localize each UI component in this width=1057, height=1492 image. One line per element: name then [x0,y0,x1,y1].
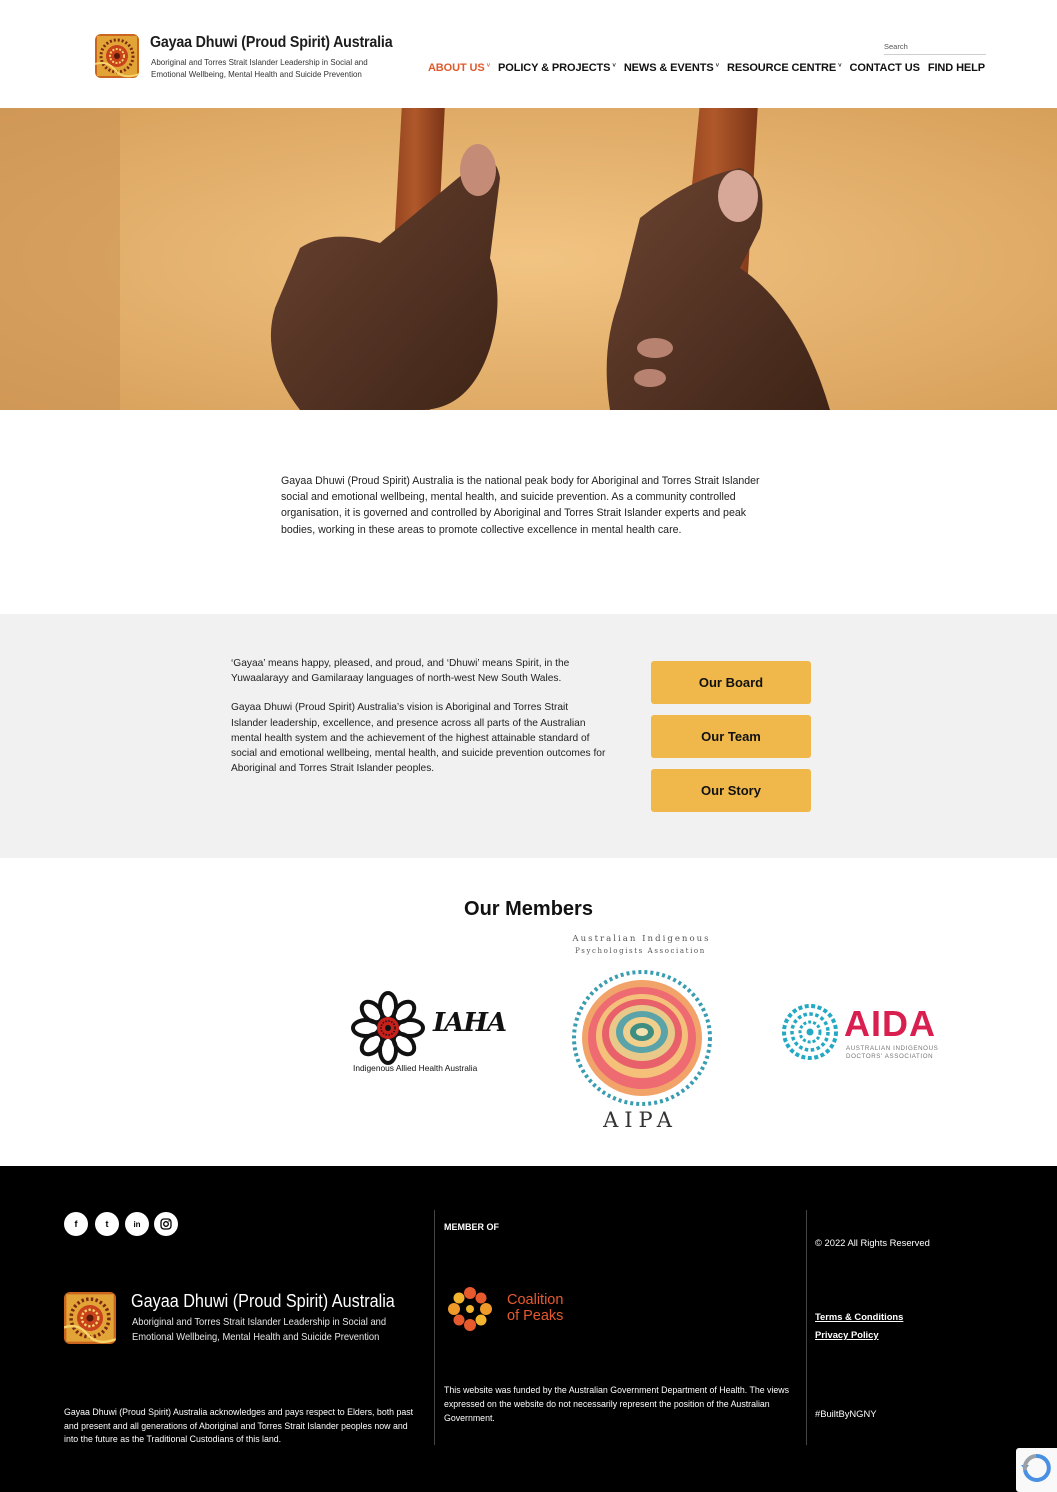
iaha-caption: Indigenous Allied Health Australia [353,1063,478,1073]
members-title: Our Members [464,898,593,920]
privacy-link[interactable]: Privacy Policy [815,1329,879,1340]
iaha-name: IAHA [433,1008,507,1038]
aida-name: AIDA [844,1003,936,1044]
search-box [884,36,986,56]
our-team-button[interactable]: Our Team [651,715,811,758]
coalition-line: of Peaks [507,1308,564,1324]
coalition-of-peaks-icon[interactable] [444,1284,496,1334]
recaptcha-badge[interactable] [1016,1448,1057,1492]
footer-divider [434,1210,435,1445]
nav-item-news-events[interactable]: NEWS & EVENTS ˅ [620,62,723,74]
nav-label: FIND HELP [927,62,985,74]
aida-dot-circle-icon [782,1004,838,1060]
aipa-dot-painting-icon [572,970,712,1106]
nav-label: ABOUT US [427,62,485,74]
logo-icon[interactable] [95,34,139,78]
instagram-icon[interactable] [154,1212,178,1236]
brand-subtitle: Aboriginal and Torres Strait Islander Le… [151,57,368,79]
about-text: ‘Gayaa’ means happy, pleased, and proud,… [231,656,606,776]
aida-caption: AUSTRALIAN INDIGENOUS [846,1045,939,1052]
linkedin-icon[interactable]: in [125,1212,149,1236]
nav-item-find-help[interactable]: FIND HELP [924,62,989,74]
nav-item-about-us[interactable]: ABOUT US ˅ [424,62,494,74]
nav-label: CONTACT US [849,62,920,74]
footer-brand-title: Gayaa Dhuwi (Proud Spirit) Australia [131,1291,395,1311]
chevron-down-icon: ˅ [486,63,491,69]
aipa-tagline: Australian Indigenous [572,934,711,944]
aipa-name: AIPA [603,1108,678,1132]
about-paragraph: Gayaa Dhuwi (Proud Spirit) Australia’s v… [231,702,606,775]
nav-item-resource-centre[interactable]: RESOURCE CENTRE ˅ [723,62,846,74]
brand-title[interactable]: Gayaa Dhuwi (Proud Spirit) Australia [150,34,393,52]
hands-clapsticks-illustration [0,108,1057,410]
iaha-logo[interactable]: IAHA Indigenous Allied Health Australia [350,988,507,1078]
search-input[interactable] [884,37,986,56]
built-by-text: #BuiltByNGNY [815,1408,877,1419]
copyright-text: © 2022 All Rights Reserved [815,1237,930,1248]
main-nav: ABOUT US ˅ POLICY & PROJECTS ˅ NEWS & EV… [424,62,989,74]
aipa-logo[interactable]: Australian Indigenous Psychologists Asso… [558,932,723,1137]
nav-item-policy-projects[interactable]: POLICY & PROJECTS ˅ [494,62,620,74]
our-board-button[interactable]: Our Board [651,661,811,704]
about-section: ‘Gayaa’ means happy, pleased, and proud,… [0,614,1057,858]
aida-logo[interactable]: AIDA AUSTRALIAN INDIGENOUS DOCTORS' ASSO… [780,1000,940,1066]
hero-image [0,108,1057,410]
funding-notice: This website was funded by the Australia… [444,1385,790,1423]
site-header: Gayaa Dhuwi (Proud Spirit) Australia Abo… [0,0,1057,108]
instagram-glyph [160,1218,172,1230]
footer-brand-subtitle: Aboriginal and Torres Strait Islander Le… [132,1317,387,1343]
nav-label: POLICY & PROJECTS [498,62,611,74]
facebook-icon[interactable]: f [64,1212,88,1236]
twitter-icon[interactable]: t [95,1212,119,1236]
nav-label: RESOURCE CENTRE [727,62,837,74]
aida-caption: DOCTORS' ASSOCIATION [846,1053,934,1060]
about-paragraph: ‘Gayaa’ means happy, pleased, and proud,… [231,658,570,685]
member-of-label: MEMBER OF [444,1222,499,1232]
aipa-tagline: Psychologists Association [575,947,706,955]
coalition-of-peaks-label[interactable]: Coalition of Peaks [507,1292,563,1324]
acknowledgement-text: Gayaa Dhuwi (Proud Spirit) Australia ack… [64,1407,414,1445]
footer-logo-icon[interactable] [64,1292,116,1344]
recaptcha-icon [1021,1453,1051,1482]
nav-item-contact-us[interactable]: CONTACT US [846,62,924,74]
chevron-down-icon: ˅ [838,63,842,69]
site-footer: f t in Gayaa Dhuwi (Proud Spirit) Austra… [0,1166,1057,1492]
terms-link[interactable]: Terms & Conditions [815,1311,903,1322]
our-story-button[interactable]: Our Story [651,769,811,812]
chevron-down-icon: ˅ [612,63,616,69]
nav-label: NEWS & EVENTS [623,62,714,74]
intro-paragraph: Gayaa Dhuwi (Proud Spirit) Australia is … [281,475,760,536]
chevron-down-icon: ˅ [715,63,720,69]
footer-divider [806,1210,807,1445]
coalition-line: Coalition [507,1292,564,1308]
